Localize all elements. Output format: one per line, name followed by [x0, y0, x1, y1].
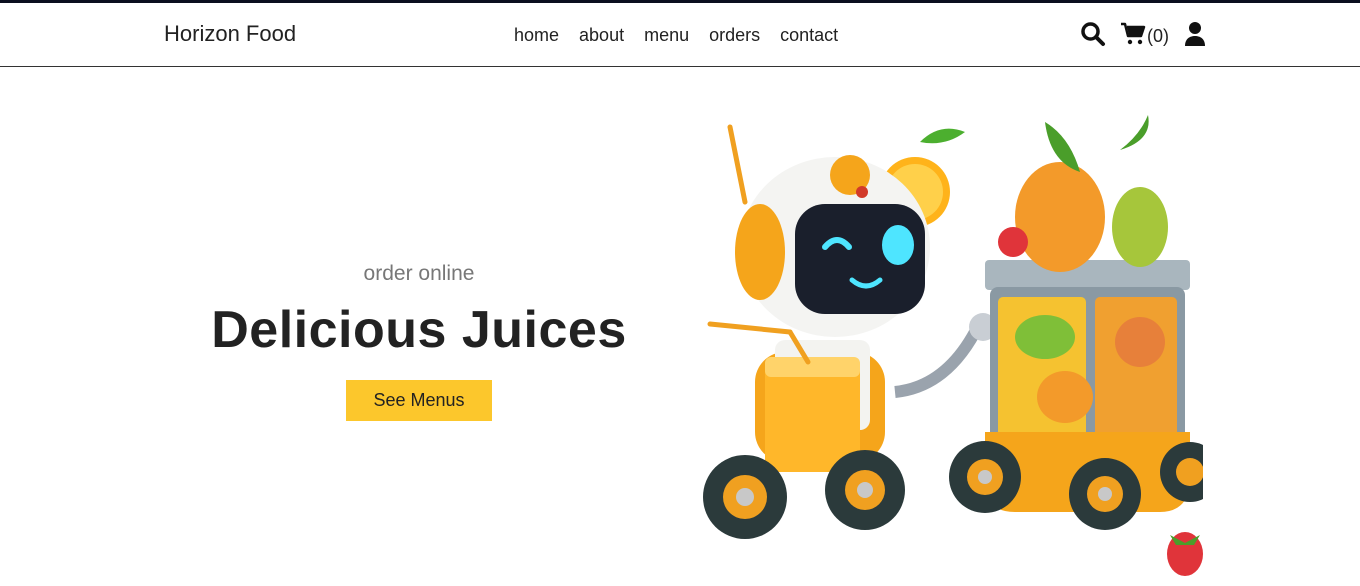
cart-button[interactable]: (0) — [1120, 21, 1169, 52]
see-menus-button[interactable]: See Menus — [346, 380, 492, 421]
hero-title: Delicious Juices — [211, 301, 627, 359]
nav-menu[interactable]: menu — [644, 25, 689, 46]
nav-home[interactable]: home — [514, 25, 559, 46]
robot-juice-illustration — [703, 115, 1203, 576]
search-icon[interactable] — [1080, 21, 1106, 52]
logo[interactable]: Horizon Food — [164, 21, 296, 47]
nav-contact[interactable]: contact — [780, 25, 838, 46]
hero-subtitle: order online — [363, 262, 475, 285]
nav-about[interactable]: about — [579, 25, 624, 46]
hero-text: order online Delicious Juices See Menus — [180, 262, 658, 421]
nav-orders[interactable]: orders — [709, 25, 760, 46]
cart-count: (0) — [1147, 26, 1169, 46]
header-icons: (0) — [1080, 21, 1207, 52]
user-icon[interactable] — [1183, 21, 1207, 52]
cart-icon — [1120, 21, 1146, 52]
main-nav: home about menu orders contact — [514, 25, 838, 46]
site-header: Horizon Food home about menu orders cont… — [0, 3, 1360, 67]
